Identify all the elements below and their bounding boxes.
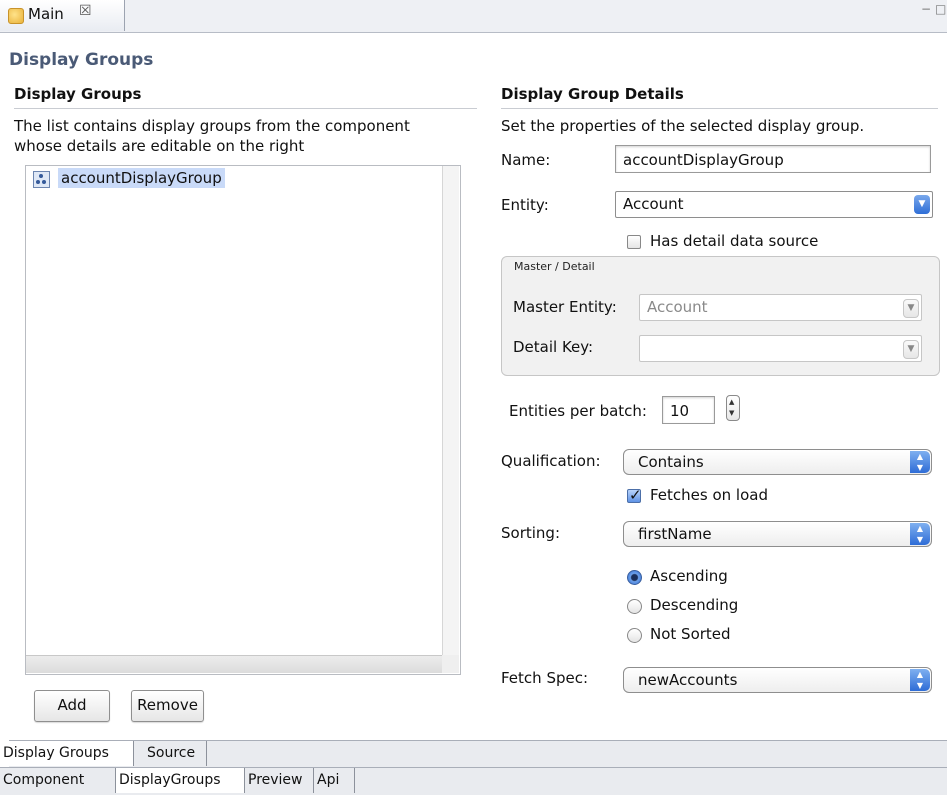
tab-display-groups[interactable]: Display Groups [0, 741, 134, 766]
editor-tab-main[interactable]: Main ☒ [0, 0, 125, 31]
scrollbar-corner [442, 655, 459, 673]
fetch-spec-popup[interactable]: newAccounts ▲ ▼ [623, 667, 932, 693]
entities-per-batch-field[interactable]: 10 [662, 396, 715, 424]
qualification-label: Qualification: [501, 452, 601, 470]
qualification-value: Contains [638, 453, 704, 471]
detail-key-label: Detail Key: [513, 338, 594, 356]
detail-key-combo[interactable]: ▼ [639, 335, 922, 362]
list-item-label: accountDisplayGroup [58, 168, 225, 188]
list-description-line2: whose details are editable on the right [14, 137, 305, 155]
not-sorted-radio[interactable] [627, 628, 642, 643]
fetches-on-load-checkbox[interactable]: ✓ [627, 486, 642, 504]
qualification-popup[interactable]: Contains ▲ ▼ [623, 449, 932, 475]
up-down-arrows-icon[interactable]: ▲ ▼ [910, 523, 930, 545]
inner-tab-bar: Display Groups Source [0, 740, 947, 768]
section-divider [501, 108, 938, 109]
page-title: Display Groups [9, 50, 154, 70]
has-detail-label: Has detail data source [650, 232, 819, 250]
display-groups-section-title: Display Groups [14, 85, 142, 103]
descending-label: Descending [650, 596, 739, 614]
up-down-arrows-icon[interactable]: ▲ ▼ [910, 451, 930, 473]
tab-component[interactable]: Component [0, 768, 116, 793]
chevron-down-icon[interactable]: ▼ [914, 195, 930, 214]
chevron-down-icon[interactable]: ▼ [903, 340, 919, 359]
entity-value: Account [623, 195, 684, 213]
vertical-scrollbar[interactable] [442, 166, 459, 655]
sorting-label: Sorting: [501, 524, 560, 542]
list-description-line1: The list contains display groups from th… [14, 117, 410, 135]
minimize-icon[interactable]: − [921, 2, 931, 16]
remove-button[interactable]: Remove [131, 690, 204, 722]
outer-tab-bar: Component DisplayGroups Preview Api [0, 767, 947, 795]
master-entity-value: Account [647, 298, 708, 316]
entities-per-batch-label: Entities per batch: [509, 402, 647, 420]
editor-tab-strip [0, 0, 947, 33]
tab-source[interactable]: Source [144, 741, 207, 766]
name-label: Name: [501, 151, 551, 169]
horizontal-scrollbar[interactable] [26, 655, 442, 673]
tab-displaygroups[interactable]: DisplayGroups [116, 768, 245, 793]
name-field[interactable]: accountDisplayGroup [615, 145, 931, 173]
entity-combo[interactable]: Account ▼ [615, 191, 933, 218]
sorting-value: firstName [638, 525, 712, 543]
master-detail-group-label: Master / Detail [514, 260, 595, 273]
maximize-icon[interactable]: □ [935, 2, 946, 16]
display-groups-list[interactable] [25, 165, 461, 675]
close-icon[interactable]: ☒ [79, 3, 92, 19]
editor-tab-label: Main [28, 5, 64, 23]
ascending-radio[interactable] [627, 570, 642, 585]
add-button[interactable]: Add [34, 690, 110, 722]
sorting-popup[interactable]: firstName ▲ ▼ [623, 521, 932, 547]
display-group-icon [33, 171, 50, 188]
details-description: Set the properties of the selected displ… [501, 117, 865, 135]
not-sorted-label: Not Sorted [650, 625, 731, 643]
batch-stepper[interactable]: ▲ ▼ [726, 395, 740, 421]
up-down-arrows-icon[interactable]: ▲ ▼ [910, 669, 930, 691]
master-entity-combo[interactable]: Account ▼ [639, 294, 922, 321]
details-section-title: Display Group Details [501, 85, 684, 103]
tab-api[interactable]: Api [314, 768, 355, 793]
master-entity-label: Master Entity: [513, 298, 617, 316]
fetch-spec-label: Fetch Spec: [501, 669, 589, 687]
ascending-label: Ascending [650, 567, 728, 585]
tab-preview[interactable]: Preview [245, 768, 314, 793]
descending-radio[interactable] [627, 599, 642, 614]
checkmark-icon: ✓ [629, 486, 642, 504]
entity-label: Entity: [501, 196, 549, 214]
chevron-down-icon[interactable]: ▼ [903, 299, 919, 318]
has-detail-checkbox[interactable] [627, 235, 641, 249]
component-icon [8, 8, 24, 24]
fetches-on-load-label: Fetches on load [650, 486, 768, 504]
section-divider [14, 108, 477, 109]
fetch-spec-value: newAccounts [638, 671, 738, 689]
